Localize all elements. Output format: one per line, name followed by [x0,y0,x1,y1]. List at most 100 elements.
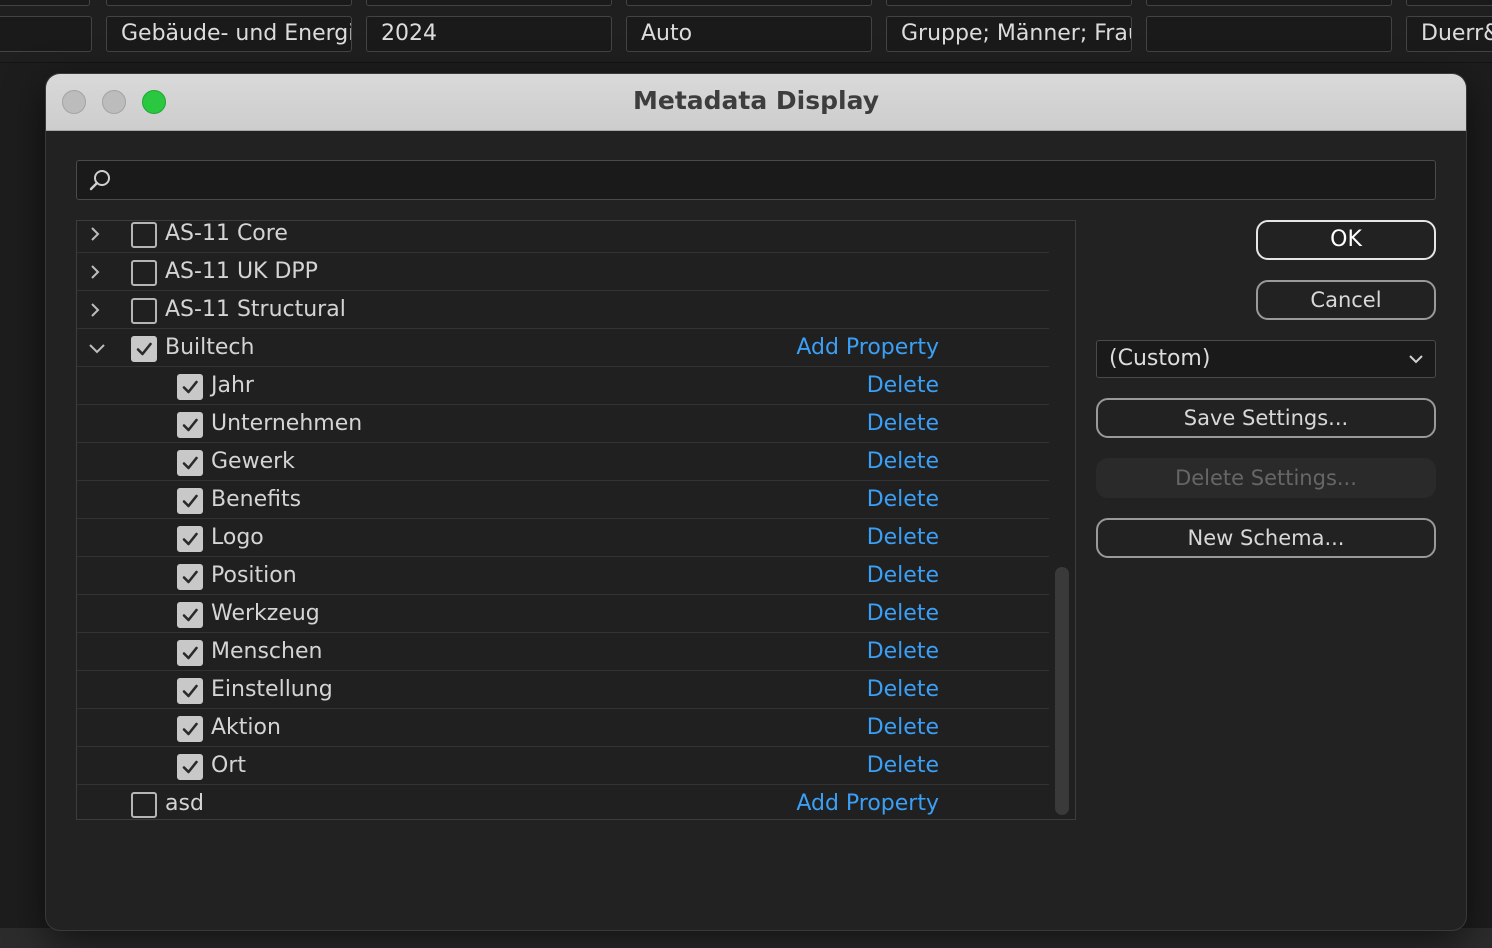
delete-property-link[interactable]: Delete [867,557,939,595]
save-settings-button[interactable]: Save Settings... [1096,398,1436,438]
property-label: Gewerk [211,449,295,474]
delete-property-link[interactable]: Delete [867,671,939,709]
schema-checkbox[interactable] [131,298,157,324]
property-label: Jahr [211,373,254,398]
checkmark-icon [182,646,198,660]
checkmark-icon [182,722,198,736]
bg-cell: Gruppe; Männer; Frau [886,16,1132,52]
delete-property-link[interactable]: Delete [867,633,939,671]
property-row[interactable]: Position Delete [77,557,1049,595]
delete-property-link[interactable]: Delete [867,405,939,443]
property-label: Menschen [211,639,323,664]
metadata-display-dialog: Metadata Display AS-11 Core AS-11 UK DPP A… [46,74,1466,930]
property-label: Aktion [211,715,281,740]
search-field[interactable] [76,160,1436,201]
bg-cell: 2024 [366,16,612,52]
property-row[interactable]: Menschen Delete [77,633,1049,671]
add-property-link[interactable]: Add Property [796,329,939,367]
checkmark-icon [182,456,198,470]
property-checkbox[interactable] [177,374,203,400]
property-label: Benefits [211,487,302,512]
add-property-link[interactable]: Add Property [796,785,939,819]
property-row[interactable]: Benefits Delete [77,481,1049,519]
schema-row[interactable]: AS-11 Structural [77,291,1049,329]
property-row[interactable]: Gewerk Delete [77,443,1049,481]
delete-property-link[interactable]: Delete [867,481,939,519]
property-label: Werkzeug [211,601,320,626]
property-row[interactable]: Ort Delete [77,747,1049,785]
background-metadata-row: Gebäude- und Energiet 2024 Auto Gruppe; … [0,0,1492,63]
bg-cell: Auto [626,16,872,52]
property-label: Einstellung [211,677,333,702]
property-row[interactable]: Unternehmen Delete [77,405,1049,443]
chevron-right-icon[interactable] [87,224,103,244]
property-row[interactable]: Werkzeug Delete [77,595,1049,633]
delete-property-link[interactable]: Delete [867,747,939,785]
background-bottom-bar [0,928,1492,948]
bg-cell: Gebäude- und Energiet [106,16,352,52]
schema-checkbox[interactable] [131,792,157,818]
checkmark-icon [182,494,198,508]
schema-tree: AS-11 Core AS-11 UK DPP AS-11 Structural Bu… [76,220,1076,820]
bg-cell [0,16,92,52]
property-checkbox[interactable] [177,450,203,476]
bg-cell-edge [1406,0,1492,6]
checkmark-icon [182,760,198,774]
ok-button[interactable]: OK [1256,220,1436,260]
preset-select-value: (Custom) [1109,346,1211,371]
property-checkbox[interactable] [177,754,203,780]
schema-row[interactable]: AS-11 Core [77,221,1049,253]
schema-row[interactable]: AS-11 UK DPP [77,253,1049,291]
property-checkbox[interactable] [177,602,203,628]
property-label: Logo [211,525,264,550]
property-checkbox[interactable] [177,716,203,742]
schema-checkbox[interactable] [131,336,157,362]
schema-row-builtech[interactable]: Builtech Add Property [77,329,1049,367]
property-row[interactable]: Logo Delete [77,519,1049,557]
delete-property-link[interactable]: Delete [867,367,939,405]
tree-scrollbar[interactable] [1051,221,1073,819]
chevron-down-icon [1409,355,1423,364]
cancel-button[interactable]: Cancel [1256,280,1436,320]
property-row[interactable]: Einstellung Delete [77,671,1049,709]
checkmark-icon [182,608,198,622]
bg-cell [1146,16,1392,52]
checkmark-icon [182,684,198,698]
property-checkbox[interactable] [177,526,203,552]
bg-cell-edge [626,0,872,6]
bg-cell-edge [886,0,1132,6]
new-schema-button[interactable]: New Schema... [1096,518,1436,558]
delete-property-link[interactable]: Delete [867,443,939,481]
bg-cell-edge [0,0,90,6]
delete-property-link[interactable]: Delete [867,595,939,633]
schema-label: AS-11 UK DPP [165,259,318,284]
schema-checkbox[interactable] [131,260,157,286]
checkmark-icon [182,380,198,394]
schema-checkbox[interactable] [131,222,157,248]
chevron-right-icon[interactable] [87,262,103,282]
scrollbar-thumb[interactable] [1055,567,1069,815]
property-checkbox[interactable] [177,564,203,590]
property-row[interactable]: Jahr Delete [77,367,1049,405]
property-checkbox[interactable] [177,412,203,438]
schema-row[interactable]: asd Add Property [77,785,1049,819]
property-row[interactable]: Aktion Delete [77,709,1049,747]
search-input[interactable] [121,161,1425,201]
bg-cell-edge [106,0,352,6]
checkmark-icon [182,418,198,432]
chevron-right-icon[interactable] [87,300,103,320]
preset-select[interactable]: (Custom) [1096,340,1436,378]
property-label: Position [211,563,297,588]
bg-cell-edge [366,0,612,6]
property-checkbox[interactable] [177,640,203,666]
property-checkbox[interactable] [177,678,203,704]
property-checkbox[interactable] [177,488,203,514]
delete-property-link[interactable]: Delete [867,709,939,747]
bg-cell: Duerr& [1406,16,1492,52]
schema-label: AS-11 Core [165,221,288,246]
delete-settings-button[interactable]: Delete Settings... [1096,458,1436,498]
delete-property-link[interactable]: Delete [867,519,939,557]
dialog-titlebar: Metadata Display [46,74,1466,131]
property-label: Unternehmen [211,411,363,436]
chevron-down-icon[interactable] [87,338,107,358]
